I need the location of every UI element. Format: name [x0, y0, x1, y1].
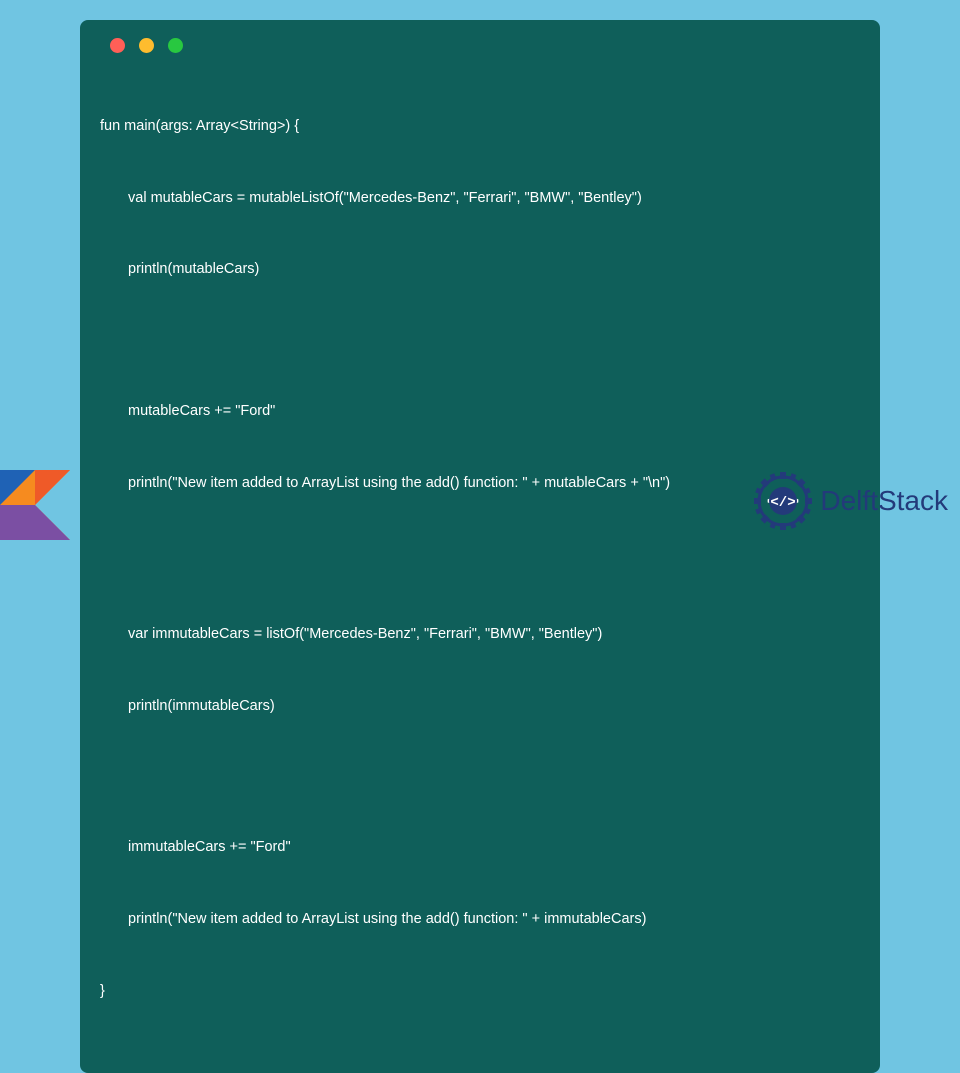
code-line: println(mutableCars): [100, 258, 860, 282]
code-blank-line: [100, 543, 860, 575]
code-line: immutableCars += "Ford": [100, 836, 860, 860]
brand-gear-icon: </> </>: [754, 472, 812, 530]
brand: </> </> DelftStack: [754, 472, 948, 530]
window-controls: [100, 38, 860, 53]
window-maximize-icon: [168, 38, 183, 53]
code-line: mutableCars += "Ford": [100, 400, 860, 424]
code-blank-line: [100, 330, 860, 352]
code-line: fun main(args: Array<String>) {: [100, 115, 860, 139]
code-line: var immutableCars = listOf("Mercedes-Ben…: [100, 623, 860, 647]
code-content: fun main(args: Array<String>) { val muta…: [100, 67, 860, 1051]
code-blank-line: [100, 767, 860, 789]
code-block: fun main(args: Array<String>) { val muta…: [80, 20, 880, 1073]
code-line: println(immutableCars): [100, 695, 860, 719]
code-line: println("New item added to ArrayList usi…: [100, 472, 860, 496]
code-line: println("New item added to ArrayList usi…: [100, 908, 860, 932]
brand-name: DelftStack: [820, 485, 948, 517]
code-line: }: [100, 980, 860, 1004]
window-minimize-icon: [139, 38, 154, 53]
svg-text:</>: </>: [771, 495, 796, 511]
window-close-icon: [110, 38, 125, 53]
code-line: val mutableCars = mutableListOf("Mercede…: [100, 187, 860, 211]
kotlin-logo-icon: [0, 470, 70, 540]
